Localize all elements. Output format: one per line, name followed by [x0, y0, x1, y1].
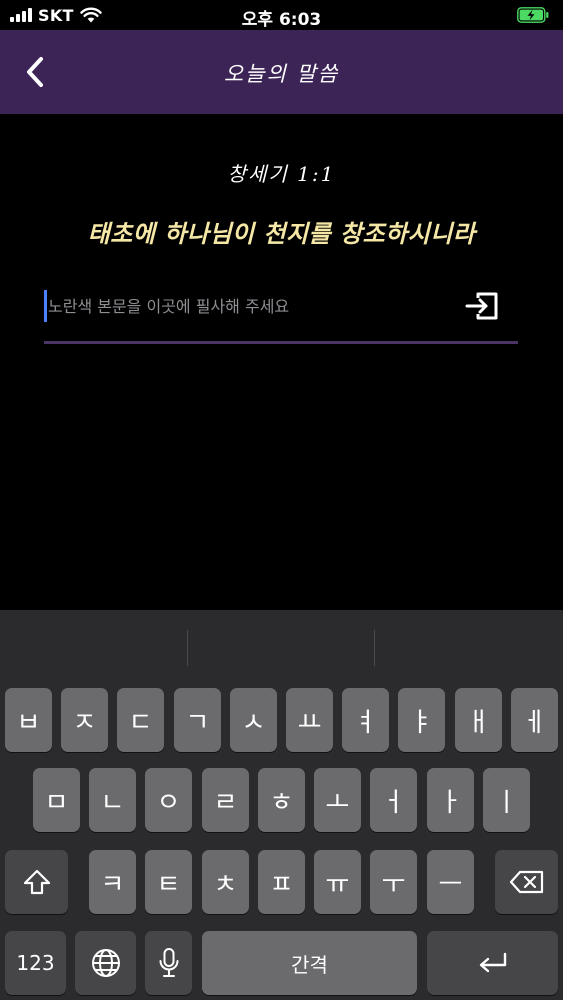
- return-icon: [479, 952, 506, 973]
- text-cursor: [44, 290, 47, 322]
- prediction-divider: [187, 630, 188, 666]
- delete-icon: [509, 870, 543, 894]
- key-row3[interactable]: ㅠ: [314, 850, 361, 914]
- key-row1[interactable]: ㄱ: [174, 688, 221, 752]
- delete-key[interactable]: [495, 850, 558, 914]
- key-row2[interactable]: ㄹ: [202, 768, 249, 832]
- microphone-key[interactable]: [145, 931, 192, 995]
- prediction-divider: [374, 630, 375, 666]
- key-row1[interactable]: ㅔ: [511, 688, 558, 752]
- globe-key[interactable]: [75, 931, 136, 995]
- key-row2[interactable]: ㄴ: [89, 768, 136, 832]
- shift-icon: [23, 869, 50, 895]
- key-row2[interactable]: ㅏ: [427, 768, 474, 832]
- key-row2[interactable]: ㅇ: [145, 768, 192, 832]
- nav-bar: 오늘의 말씀: [0, 30, 563, 114]
- status-time: 오후 6:03: [241, 10, 322, 30]
- transcription-input[interactable]: [48, 290, 448, 322]
- key-row1[interactable]: ㅑ: [398, 688, 445, 752]
- key-row3[interactable]: ㅌ: [145, 850, 192, 914]
- prediction-bar: [0, 610, 563, 676]
- space-key[interactable]: 간격: [202, 931, 417, 995]
- shift-key[interactable]: [5, 850, 68, 914]
- globe-icon: [91, 949, 120, 977]
- key-row1[interactable]: ㅅ: [230, 688, 277, 752]
- key-row2[interactable]: ㅁ: [33, 768, 80, 832]
- verse-text: 태초에 하나님이 천지를 창조하시니라: [87, 220, 476, 248]
- key-row2[interactable]: ㅣ: [483, 768, 530, 832]
- numbers-key[interactable]: 123: [5, 931, 66, 995]
- key-row1[interactable]: ㅕ: [342, 688, 389, 752]
- key-row3[interactable]: ㅡ: [427, 850, 474, 914]
- key-row3[interactable]: ㅜ: [370, 850, 417, 914]
- key-row2[interactable]: ㅎ: [258, 768, 305, 832]
- key-row3[interactable]: ㅊ: [202, 850, 249, 914]
- page-title: 오늘의 말씀: [223, 62, 340, 86]
- key-row3[interactable]: ㅍ: [258, 850, 305, 914]
- submit-enter-icon: [465, 292, 498, 320]
- microphone-icon: [159, 948, 178, 977]
- key-row1[interactable]: ㄷ: [117, 688, 164, 752]
- keyboard: ㅂ ㅈ ㄷ ㄱ ㅅ ㅛ ㅕ ㅑ ㅐ ㅔ ㅁ ㄴ ㅇ ㄹ ㅎ ㅗ ㅓ ㅏ ㅣ ㅋ …: [0, 610, 563, 1000]
- verse-reference: 창세기 1:1: [227, 162, 336, 186]
- key-row1[interactable]: ㅂ: [5, 688, 52, 752]
- battery-charging-icon: [517, 7, 549, 23]
- key-row1[interactable]: ㅐ: [455, 688, 502, 752]
- transcription-input-wrap: [44, 282, 518, 344]
- key-row2[interactable]: ㅗ: [314, 768, 361, 832]
- key-row1[interactable]: ㅈ: [61, 688, 108, 752]
- status-bar: SKT 오후 6:03: [0, 0, 563, 30]
- return-key[interactable]: [427, 931, 558, 995]
- key-row1[interactable]: ㅛ: [286, 688, 333, 752]
- key-row3[interactable]: ㅋ: [89, 850, 136, 914]
- submit-button[interactable]: [462, 288, 502, 324]
- key-row2[interactable]: ㅓ: [370, 768, 417, 832]
